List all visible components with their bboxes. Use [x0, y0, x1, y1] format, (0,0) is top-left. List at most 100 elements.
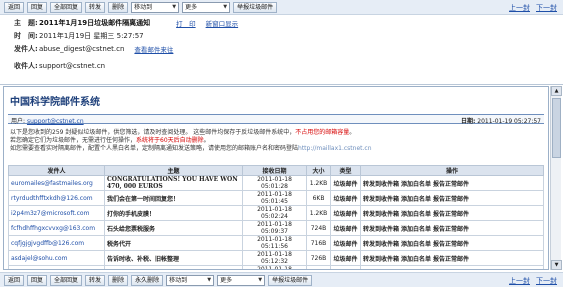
report-normal-link[interactable]: 报告正常邮件: [433, 196, 469, 203]
permanent-delete-button[interactable]: 永久删除: [131, 274, 164, 286]
move-to-select[interactable]: 移动到 ▼: [166, 274, 215, 286]
more-select-value: 更多: [220, 276, 233, 284]
user-email-link[interactable]: support@cstnet.cn: [27, 118, 84, 125]
sender-cell[interactable]: cnfjoinxvcdfh@126.com: [8, 265, 105, 269]
release-to-inbox-link[interactable]: 转发到收件箱: [363, 211, 399, 218]
forward-button[interactable]: 转发: [85, 274, 106, 286]
sender-row: 发件人: abuse_digest@cstnet.cn 查看邮件来往: [14, 42, 563, 55]
ops-cell: 转发到收件箱添加白名单报告正常邮件: [360, 235, 544, 251]
date-cell: 2011-01-18 05:01:45: [242, 190, 307, 206]
report-normal-link[interactable]: 报告正常邮件: [433, 181, 469, 188]
add-whitelist-link[interactable]: 添加白名单: [401, 241, 431, 248]
notice-1a: 以下是您收到的259 封疑似垃圾邮件，供您筛选，请及时查阅处理。 这些邮件均保存…: [10, 129, 296, 136]
sender-cell[interactable]: cqfjgjgjvgdffb@126.com: [8, 235, 105, 251]
add-whitelist-link[interactable]: 添加白名单: [401, 181, 431, 188]
time-text: 2011年1月19日 星期三 5:27:57: [39, 31, 144, 40]
report-spam-button[interactable]: 举报垃圾邮件: [268, 274, 313, 286]
more-select-value: 更多: [185, 3, 198, 11]
sender-cell[interactable]: fcfhdhffhgxcvvxg@163.com: [8, 220, 105, 236]
reply-all-button[interactable]: 全部回复: [50, 274, 83, 286]
sender-cell[interactable]: rtyrdudthfftxkdh@126.com: [8, 190, 105, 206]
reply-all-button[interactable]: 全部回复: [50, 1, 83, 13]
user-info: 用户: support@cstnet.cn: [11, 116, 84, 125]
reply-button[interactable]: 回复: [27, 274, 48, 286]
add-whitelist-link[interactable]: 添加白名单: [401, 196, 431, 203]
notice-line-1: 以下是您收到的259 封疑似垃圾邮件，供您筛选，请及时查阅处理。 这些邮件均保存…: [10, 129, 540, 137]
report-normal-link[interactable]: 报告正常邮件: [433, 241, 469, 248]
move-to-select[interactable]: 移动到 ▼: [131, 1, 180, 13]
view-mail-history-link[interactable]: 查看邮件来往: [134, 44, 173, 54]
size-cell: 1.2KB: [306, 175, 331, 191]
date-label: 日期:: [460, 118, 476, 125]
report-normal-link[interactable]: 报告正常邮件: [433, 256, 469, 263]
notice-line-2: 若您确定它们为垃圾邮件，无需进行任何操作，系统将于60天后自动删除。: [10, 137, 540, 145]
col-subject: 主题: [104, 165, 243, 176]
top-toolbar: 返回 回复 全部回复 转发 删除 移动到 ▼ 更多 ▼ 举报垃圾邮件 上一封 下一封: [0, 0, 563, 15]
type-cell: 垃圾邮件: [330, 175, 361, 191]
next-message-link[interactable]: 下一封: [536, 4, 557, 12]
date-cell: 2011-01-18 05:11:56: [242, 235, 307, 251]
more-select[interactable]: 更多 ▼: [217, 274, 266, 286]
scroll-down-icon[interactable]: ▼: [551, 260, 562, 270]
table-row: cqfjgjgjvgdffb@126.com 税务代开 2011-01-18 05:…: [8, 235, 544, 251]
new-window-link[interactable]: 新窗口显示: [206, 18, 239, 28]
ops-cell: 转发到收件箱添加白名单报告正常邮件: [360, 205, 544, 221]
report-spam-button[interactable]: 举报垃圾邮件: [233, 1, 278, 13]
delete-button[interactable]: 删除: [108, 1, 129, 13]
prev-message-link[interactable]: 上一封: [509, 4, 530, 12]
vertical-scrollbar[interactable]: ▲ ▼: [550, 86, 562, 270]
user-label: 用户:: [11, 118, 26, 125]
subject-text: 2011年1月19日垃圾邮件隔离通知: [39, 18, 151, 27]
add-whitelist-link[interactable]: 添加白名单: [401, 226, 431, 233]
message-header: 主 题: 2011年1月19日垃圾邮件隔离通知 打 印 新窗口显示 时 间: 2…: [0, 16, 563, 84]
table-row: fcfhdhffhgxcvvxg@163.com 石头给您票税服务 2011-01-…: [8, 220, 544, 236]
back-button[interactable]: 返回: [4, 1, 25, 13]
table-row: cnfjoinxvcdfh@126.com如有打扰，请见谅2011-01-18 …: [8, 265, 544, 269]
subject-cell: 告诉时收、补税、旧帐整理: [104, 250, 243, 266]
back-button[interactable]: 返回: [4, 274, 25, 286]
print-link[interactable]: 打 印: [176, 18, 196, 28]
reply-button[interactable]: 回复: [27, 1, 48, 13]
message-nav: 上一封 下一封: [503, 3, 557, 13]
release-to-inbox-link[interactable]: 转发到收件箱: [363, 196, 399, 203]
message-nav: 上一封 下一封: [503, 276, 557, 286]
user-bar: 用户: support@cstnet.cn 日期: 2011-01-19 05:…: [8, 114, 544, 125]
ops-cell: 转发到收件箱添加白名单报告正常邮件: [360, 265, 544, 269]
table-header-row: 发件人 主题 接收日期 大小 类型 操作: [8, 165, 544, 176]
add-whitelist-link[interactable]: 添加白名单: [401, 256, 431, 263]
size-cell: 726B: [306, 250, 331, 266]
date-info: 日期: 2011-01-19 05:27:57: [460, 116, 541, 125]
forward-button[interactable]: 转发: [85, 1, 106, 13]
release-to-inbox-link[interactable]: 转发到收件箱: [363, 256, 399, 263]
bottom-toolbar: 返回 回复 全部回复 转发 删除 永久删除 移动到 ▼ 更多 ▼ 举报垃圾邮件 上一…: [0, 272, 563, 287]
next-message-link[interactable]: 下一封: [536, 277, 557, 285]
ops-cell: 转发到收件箱添加白名单报告正常邮件: [360, 250, 544, 266]
report-normal-link[interactable]: 报告正常邮件: [433, 226, 469, 233]
col-sender: 发件人: [8, 165, 105, 176]
scroll-up-icon[interactable]: ▲: [551, 86, 562, 96]
sender-cell[interactable]: euromailes@fastmailes.org: [8, 175, 105, 191]
table-row: asdajel@sohu.com 告诉时收、补税、旧帐整理 2011-01-18 0…: [8, 250, 544, 266]
release-to-inbox-link[interactable]: 转发到收件箱: [363, 226, 399, 233]
add-whitelist-link[interactable]: 添加白名单: [401, 211, 431, 218]
delete-button[interactable]: 删除: [108, 274, 129, 286]
scroll-thumb[interactable]: [552, 98, 561, 158]
size-cell: 716B: [306, 235, 331, 251]
release-to-inbox-link[interactable]: 转发到收件箱: [363, 241, 399, 248]
quarantine-login-link[interactable]: http://maillax1.cstnet.cn: [298, 145, 372, 152]
size-cell: 726B: [306, 265, 331, 269]
col-type: 类型: [330, 165, 361, 176]
release-to-inbox-link[interactable]: 转发到收件箱: [363, 181, 399, 188]
move-to-select-value: 移动到: [169, 276, 188, 284]
sender-cell[interactable]: i2p4m3z7@microsoft.com: [8, 205, 105, 221]
type-cell: 垃圾邮件: [330, 190, 361, 206]
subject-row: 主 题: 2011年1月19日垃圾邮件隔离通知 打 印 新窗口显示: [14, 16, 563, 29]
report-normal-link[interactable]: 报告正常邮件: [433, 211, 469, 218]
prev-message-link[interactable]: 上一封: [509, 277, 530, 285]
ops-cell: 转发到收件箱添加白名单报告正常邮件: [360, 220, 544, 236]
more-select[interactable]: 更多 ▼: [182, 1, 231, 13]
subject-cell: CONGRATULATIONS! YOU HAVE WON 470, 000 E…: [104, 175, 243, 191]
chevron-down-icon: ▼: [223, 3, 228, 10]
sender-cell[interactable]: asdajel@sohu.com: [8, 250, 105, 266]
date-cell: 2011-01-18 05:02:24: [242, 205, 307, 221]
